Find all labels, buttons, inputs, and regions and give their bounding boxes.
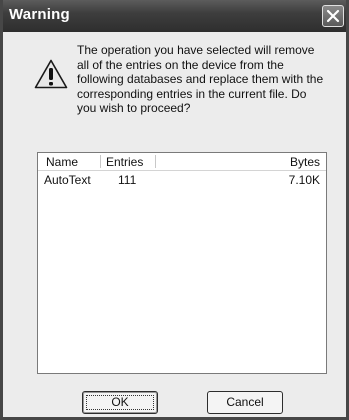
row-bytes: 7.10K xyxy=(288,173,320,187)
row-name: AutoText xyxy=(44,173,91,187)
column-header-entries[interactable]: Entries xyxy=(106,155,143,169)
row-entries: 111 xyxy=(118,173,137,187)
database-list[interactable]: Name Entries Bytes AutoText 111 7.10K xyxy=(37,152,327,374)
warning-message: The operation you have selected will rem… xyxy=(77,43,324,115)
cancel-button[interactable]: Cancel xyxy=(207,391,283,414)
list-header: Name Entries Bytes xyxy=(38,153,326,171)
focus-ring xyxy=(86,395,154,410)
column-header-bytes[interactable]: Bytes xyxy=(290,155,320,169)
column-divider[interactable] xyxy=(100,155,101,168)
dialog-title: Warning xyxy=(9,6,70,23)
warning-icon xyxy=(34,59,68,89)
cancel-label: Cancel xyxy=(226,395,264,409)
ok-button[interactable]: OK xyxy=(82,391,158,414)
column-header-name[interactable]: Name xyxy=(46,155,78,169)
list-row[interactable]: AutoText 111 7.10K xyxy=(38,171,326,188)
warning-dialog: Warning The operation you have selected … xyxy=(0,0,349,420)
title-bar[interactable]: Warning xyxy=(3,0,346,32)
column-divider[interactable] xyxy=(155,155,156,168)
close-icon xyxy=(326,9,340,23)
close-button[interactable] xyxy=(322,5,344,27)
